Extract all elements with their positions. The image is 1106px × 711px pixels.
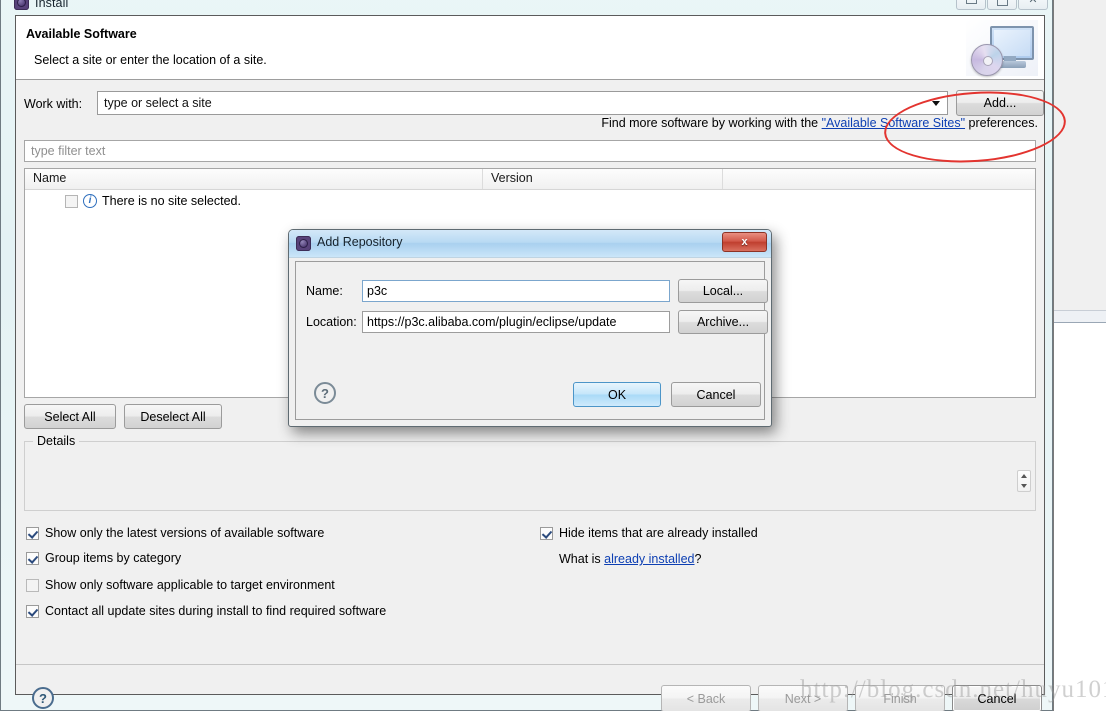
help-button[interactable]: ? xyxy=(32,687,54,709)
row-checkbox[interactable] xyxy=(65,194,78,208)
what-is-suffix: ? xyxy=(694,552,702,566)
find-more-software-text: Find more software by working with the "… xyxy=(601,116,1038,130)
work-with-label: Work with: xyxy=(24,97,83,111)
name-label: Name: xyxy=(306,284,343,298)
option-label: Show only the latest versions of availab… xyxy=(45,526,325,540)
option-label: Hide items that are already installed xyxy=(559,526,758,540)
wizard-header: Available Software Select a site or ente… xyxy=(16,16,1044,80)
eclipse-icon xyxy=(296,236,311,251)
monitor-cd-icon xyxy=(966,20,1038,76)
cancel-button[interactable]: Cancel xyxy=(952,685,1042,711)
deselect-all-button[interactable]: Deselect All xyxy=(124,404,222,429)
what-is-prefix: What is xyxy=(559,552,605,566)
add-repository-dialog: Add Repository x Name: p3c Local... Loca… xyxy=(288,229,772,427)
local-button[interactable]: Local... xyxy=(678,279,768,303)
back-button[interactable]: < Back xyxy=(661,685,751,711)
footer-divider xyxy=(16,664,1044,665)
option-label: Contact all update sites during install … xyxy=(45,604,387,618)
table-row[interactable]: i There is no site selected. xyxy=(25,189,241,213)
desktop-background: Install ✕ Available Software Select a si… xyxy=(0,0,1106,711)
dialog-help-button[interactable]: ? xyxy=(314,382,336,404)
finish-button[interactable]: Finish xyxy=(855,685,945,711)
option-applicable-target-environment[interactable]: Show only software applicable to target … xyxy=(26,578,335,592)
archive-button[interactable]: Archive... xyxy=(678,310,768,334)
location-label: Location: xyxy=(306,315,357,329)
minimize-icon xyxy=(965,0,977,4)
option-contact-all-update-sites[interactable]: Contact all update sites during install … xyxy=(26,604,386,618)
eclipse-icon xyxy=(14,0,29,10)
work-with-row: Work with: type or select a site Add... … xyxy=(16,80,1044,136)
page-subtitle: Select a site or enter the location of a… xyxy=(34,53,267,67)
find-more-prefix: Find more software by working with the xyxy=(601,116,822,130)
what-is-installed-text: What is already installed? xyxy=(559,552,701,566)
checkbox-icon[interactable] xyxy=(26,526,39,540)
option-label: Group items by category xyxy=(45,551,182,565)
next-button[interactable]: Next > xyxy=(758,685,848,711)
ok-button[interactable]: OK xyxy=(573,382,661,407)
dialog-cancel-button[interactable]: Cancel xyxy=(671,382,761,407)
filter-input[interactable]: type filter text xyxy=(24,140,1036,162)
add-button[interactable]: Add... xyxy=(956,90,1044,116)
option-show-latest-versions[interactable]: Show only the latest versions of availab… xyxy=(26,526,324,540)
tree-header: Name Version xyxy=(25,169,1035,190)
dialog-close-button[interactable]: x xyxy=(722,232,767,252)
work-with-value: type or select a site xyxy=(104,96,212,110)
location-input[interactable]: https://p3c.alibaba.com/plugin/eclipse/u… xyxy=(362,311,670,333)
column-header-name[interactable]: Name xyxy=(25,169,483,189)
available-software-sites-link[interactable]: "Available Software Sites" xyxy=(822,116,965,130)
checkbox-icon[interactable] xyxy=(540,526,553,540)
option-label: Show only software applicable to target … xyxy=(45,578,335,592)
dialog-title: Add Repository xyxy=(317,235,403,249)
find-more-suffix: preferences. xyxy=(965,116,1039,130)
checkbox-icon[interactable] xyxy=(26,578,39,592)
select-all-button[interactable]: Select All xyxy=(24,404,116,429)
cd-icon xyxy=(971,44,1003,76)
work-with-combo[interactable]: type or select a site xyxy=(97,91,948,115)
name-input[interactable]: p3c xyxy=(362,280,670,302)
info-icon: i xyxy=(83,194,97,208)
details-label: Details xyxy=(33,434,80,448)
minimize-button[interactable] xyxy=(956,0,986,10)
column-header-filler xyxy=(723,169,1035,189)
close-icon: ✕ xyxy=(1028,0,1037,6)
checkbox-icon[interactable] xyxy=(26,551,39,565)
dialog-titlebar[interactable]: Add Repository x xyxy=(289,230,771,258)
window-title: Install xyxy=(35,0,69,10)
filter-placeholder: type filter text xyxy=(31,144,106,158)
maximize-button[interactable] xyxy=(987,0,1017,10)
details-group: Details xyxy=(24,434,1036,511)
option-hide-already-installed[interactable]: Hide items that are already installed xyxy=(540,526,758,540)
close-button[interactable]: ✕ xyxy=(1018,0,1048,10)
window-controls[interactable]: ✕ xyxy=(956,0,1048,10)
option-group-by-category[interactable]: Group items by category xyxy=(26,551,181,565)
already-installed-link[interactable]: already installed xyxy=(604,552,694,566)
maximize-icon xyxy=(996,0,1008,6)
dialog-body: Name: p3c Local... Location: https://p3c… xyxy=(295,261,768,420)
row-label: There is no site selected. xyxy=(102,194,241,208)
page-title: Available Software xyxy=(26,27,137,41)
checkbox-icon[interactable] xyxy=(26,604,39,618)
column-header-version[interactable]: Version xyxy=(483,169,723,189)
window-title-group: Install xyxy=(14,0,68,10)
background-window-content xyxy=(1054,322,1106,711)
details-scroll-spinner[interactable] xyxy=(1017,470,1031,492)
chevron-down-icon[interactable] xyxy=(925,93,946,113)
window-titlebar[interactable]: Install ✕ xyxy=(1,0,1052,11)
